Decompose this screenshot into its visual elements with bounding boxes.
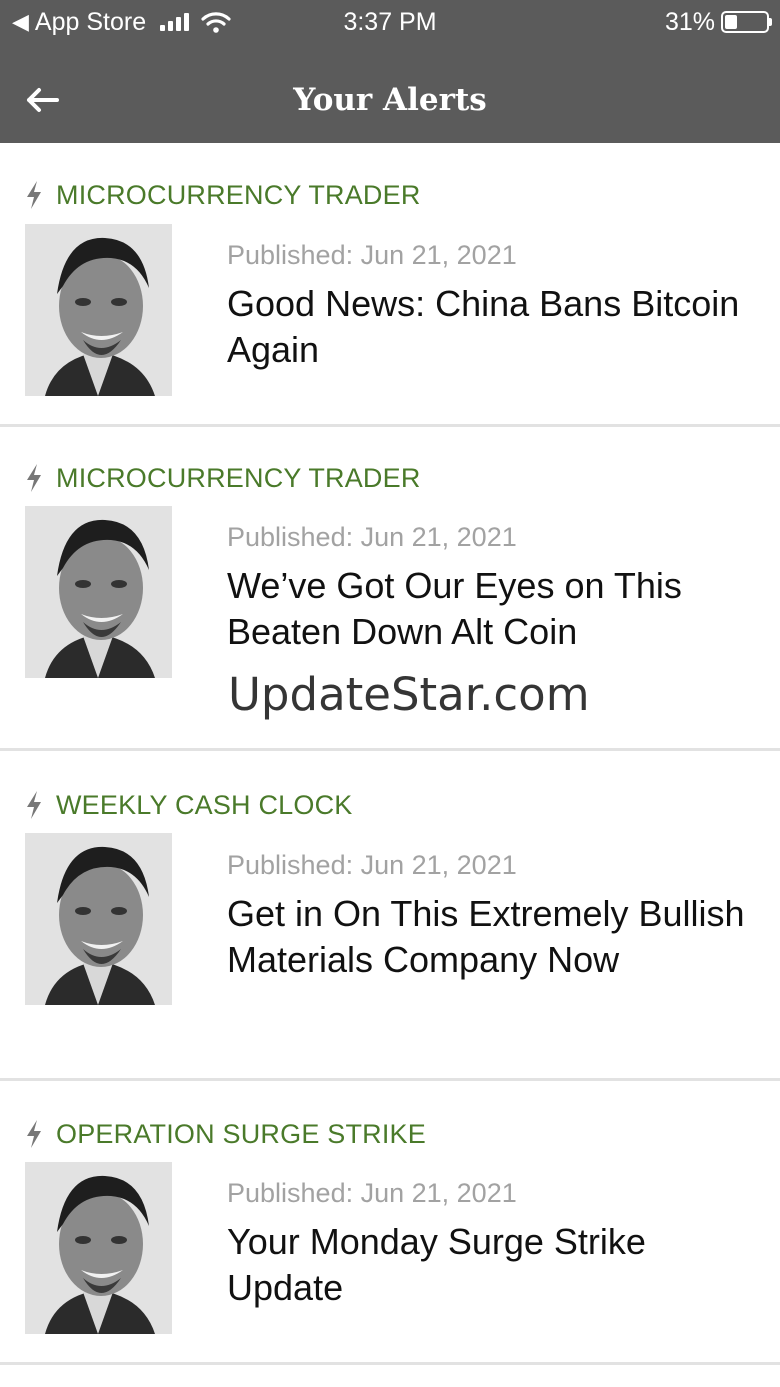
alert-category-label: MICROCURRENCY TRADER <box>56 462 421 493</box>
published-date: Published: Jun 21, 2021 <box>227 1178 517 1208</box>
alert-title: Your Monday Surge Strike Update <box>227 1221 646 1308</box>
alert-category: OPERATION SURGE STRIKE <box>25 1116 426 1152</box>
alert-title: Get in On This Extremely Bullish Materia… <box>227 893 745 980</box>
alert-item[interactable]: MICROCURRENCY TRADER Published: Jun 21, … <box>0 427 780 751</box>
alert-category: MICROCURRENCY TRADER <box>25 460 421 496</box>
alert-title: Good News: China Bans Bitcoin Again <box>227 283 740 370</box>
alert-category: MICROCURRENCY TRADER <box>25 177 421 213</box>
author-avatar <box>25 506 172 678</box>
lightning-bolt-icon <box>27 464 41 492</box>
battery-icon <box>721 11 769 33</box>
alert-category: WEEKLY CASH CLOCK <box>25 787 353 823</box>
alert-item[interactable]: OPERATION SURGE STRIKE Published: Jun 21… <box>0 1081 780 1365</box>
lightning-bolt-icon <box>27 791 41 819</box>
alert-category-label: MICROCURRENCY TRADER <box>56 179 421 210</box>
status-bar: ◀ App Store 3:37 PM 31% <box>0 0 780 44</box>
lightning-bolt-icon <box>27 181 41 209</box>
author-avatar <box>25 224 172 396</box>
published-date: Published: Jun 21, 2021 <box>227 522 517 552</box>
published-date: Published: Jun 21, 2021 <box>227 240 517 270</box>
page-title: Your Alerts <box>293 82 487 118</box>
lightning-bolt-icon <box>27 1120 41 1148</box>
alert-category-label: WEEKLY CASH CLOCK <box>56 789 353 820</box>
author-avatar <box>25 1162 172 1334</box>
alert-item[interactable]: MICROCURRENCY TRADER Published: Jun 21, … <box>0 143 780 427</box>
battery-status: 31% <box>665 6 772 38</box>
battery-percentage: 31% <box>664 8 715 36</box>
alert-category-label: OPERATION SURGE STRIKE <box>56 1118 426 1149</box>
alert-title: We’ve Got Our Eyes on This Beaten Down A… <box>227 565 682 652</box>
published-date: Published: Jun 21, 2021 <box>227 850 517 880</box>
alert-item[interactable]: WEEKLY CASH CLOCK Published: Jun 21, 202… <box>0 751 780 1081</box>
author-avatar <box>25 833 172 1005</box>
navigation-bar: Your Alerts <box>0 44 780 143</box>
status-time: 3:37 PM <box>343 8 437 36</box>
